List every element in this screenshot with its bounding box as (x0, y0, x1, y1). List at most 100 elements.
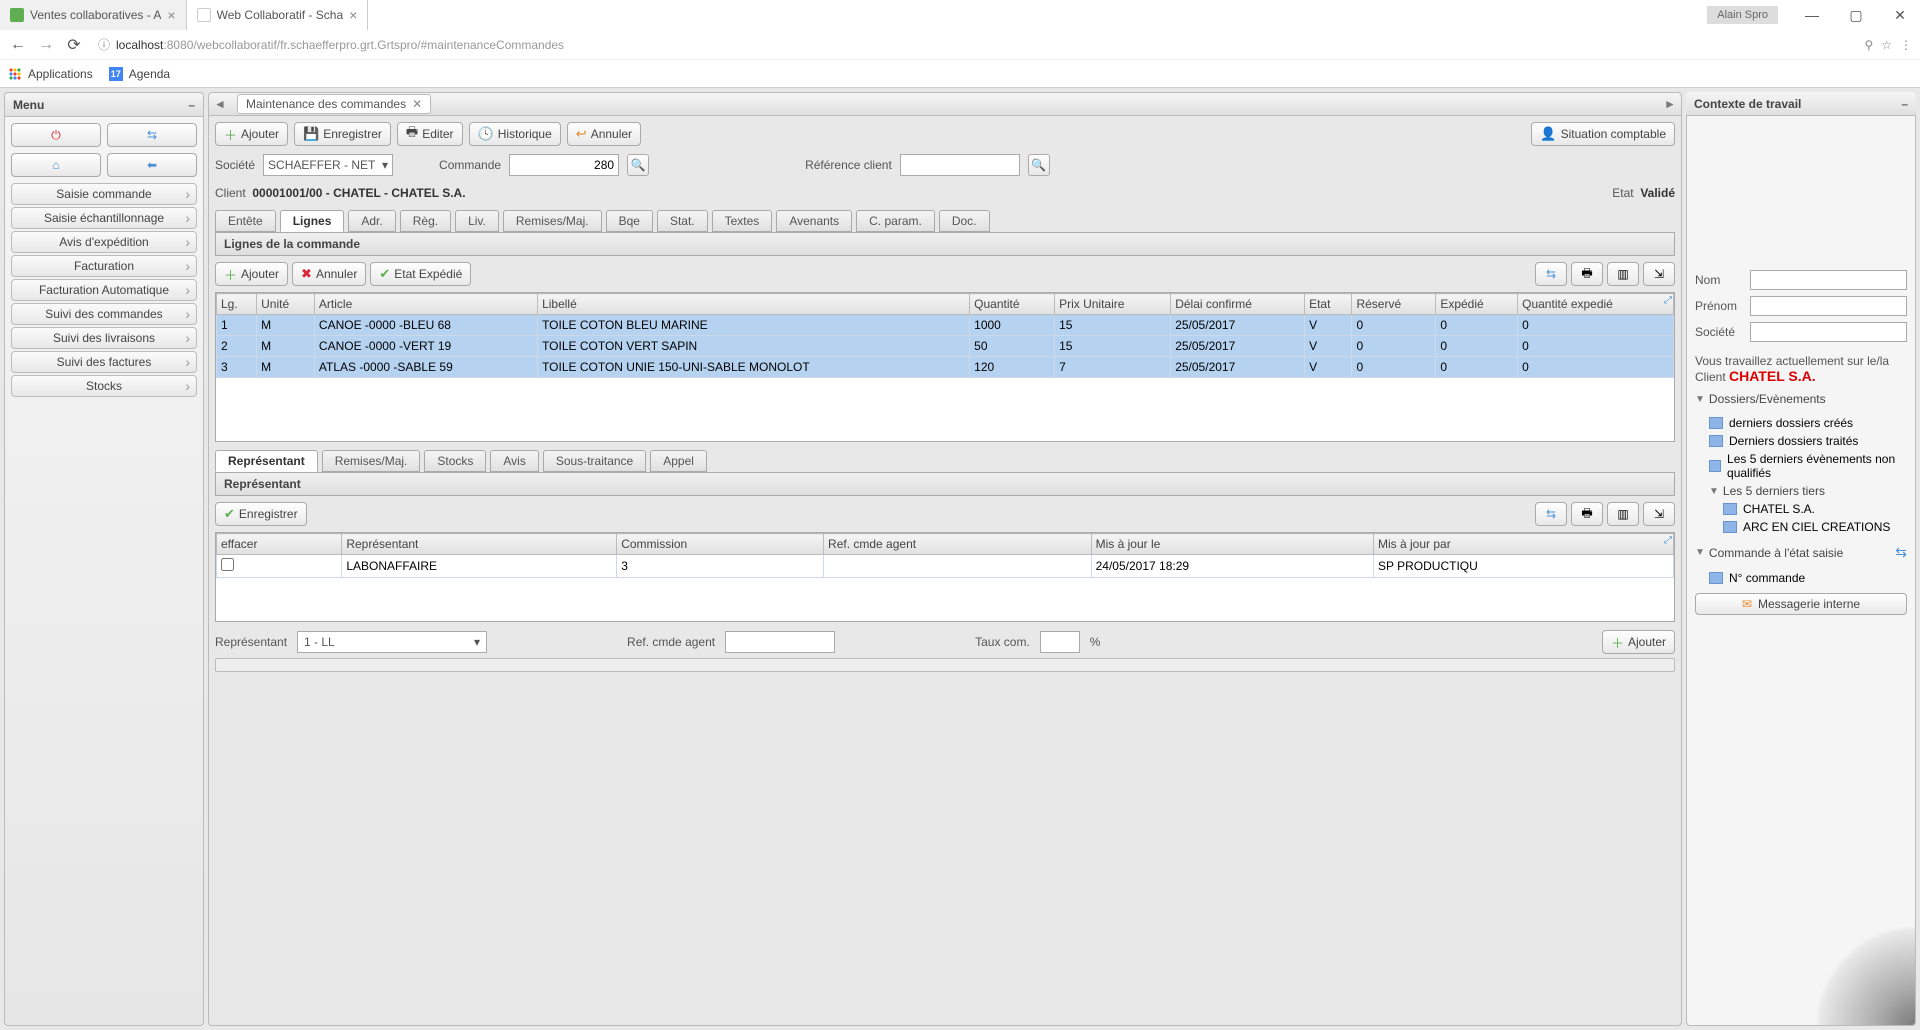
column-header[interactable]: Article (314, 294, 537, 315)
close-icon[interactable]: ✕ (1880, 1, 1920, 29)
column-header[interactable]: Réservé (1352, 294, 1436, 315)
close-icon[interactable]: × (349, 7, 357, 23)
column-header[interactable]: Ref. cmde agent (824, 534, 1092, 555)
situation-button[interactable]: 👤Situation comptable (1531, 122, 1675, 146)
menu-item[interactable]: Facturation Automatique (11, 279, 197, 301)
detail-tab[interactable]: Remises/Maj. (322, 450, 421, 472)
url-field[interactable]: ⓘ localhost:8080/webcollaboratif/fr.scha… (92, 33, 1856, 57)
column-header[interactable]: Expédié (1436, 294, 1518, 315)
prenom-input[interactable] (1750, 296, 1907, 316)
tree-leaf[interactable]: Derniers dossiers traités (1709, 432, 1907, 450)
rep-ajouter-button[interactable]: ＋Ajouter (1602, 630, 1675, 654)
column-header[interactable]: Commission (617, 534, 824, 555)
expand-icon[interactable]: ⤢ (1664, 535, 1672, 546)
menu-item[interactable]: Suivi des livraisons (11, 327, 197, 349)
close-icon[interactable]: × (167, 7, 175, 23)
menu-item[interactable]: Facturation (11, 255, 197, 277)
menu-item[interactable]: Avis d'expédition (11, 231, 197, 253)
column-header[interactable]: Quantité expedié (1518, 294, 1674, 315)
delete-checkbox[interactable] (221, 558, 234, 571)
workspace-tab[interactable]: Maintenance des commandes ✕ (237, 94, 431, 114)
column-header[interactable]: Etat (1305, 294, 1352, 315)
scroll-left-icon[interactable]: ◄ (209, 97, 231, 111)
back-icon[interactable]: ← (8, 35, 28, 55)
table-row[interactable]: LABONAFFAIRE324/05/2017 18:29SP PRODUCTI… (217, 555, 1674, 578)
search-commande-button[interactable]: 🔍 (627, 154, 649, 176)
search-ref-button[interactable]: 🔍 (1028, 154, 1050, 176)
ref-client-input[interactable] (900, 154, 1020, 176)
user-badge[interactable]: Alain Spro (1707, 6, 1778, 24)
tree-commande[interactable]: ▼ Commande à l'état saisie ⇆ (1695, 542, 1907, 563)
annuler-button[interactable]: ↩Annuler (567, 122, 641, 146)
export-button[interactable]: ⇲ (1643, 502, 1675, 526)
tree-dossiers[interactable]: ▼Dossiers/Evènements (1695, 390, 1907, 408)
tree-leaf[interactable]: Les 5 derniers évènements non qualifiés (1709, 450, 1907, 482)
close-icon[interactable]: ✕ (412, 97, 422, 111)
historique-button[interactable]: 🕓Historique (469, 122, 561, 146)
table-row[interactable]: 2MCANOE -0000 -VERT 19TOILE COTON VERT S… (217, 336, 1674, 357)
tree-leaf[interactable]: CHATEL S.A. (1723, 500, 1907, 518)
menu-icon[interactable]: ⋮ (1900, 38, 1912, 52)
menu-item[interactable]: Stocks (11, 375, 197, 397)
browser-tab[interactable]: Ventes collaboratives - A × (0, 0, 187, 30)
menu-item[interactable]: Suivi des commandes (11, 303, 197, 325)
detail-tab[interactable]: Représentant (215, 450, 318, 472)
order-tab[interactable]: Stat. (657, 210, 708, 232)
nom-input[interactable] (1750, 270, 1907, 290)
refresh-icon[interactable]: ⇆ (1895, 544, 1907, 561)
detail-tab[interactable]: Stocks (424, 450, 486, 472)
browser-tab[interactable]: Web Collaboratif - Scha × (187, 0, 369, 30)
reload-icon[interactable]: ⟳ (64, 35, 84, 55)
rep-select[interactable]: 1 - LL (297, 631, 487, 653)
tree-leaf[interactable]: derniers dossiers créés (1709, 414, 1907, 432)
refresh-button[interactable]: ⇆ (107, 123, 197, 147)
column-header[interactable]: Unité (257, 294, 315, 315)
star-icon[interactable]: ☆ (1881, 38, 1892, 52)
table-row[interactable]: 1MCANOE -0000 -BLEU 68TOILE COTON BLEU M… (217, 315, 1674, 336)
ref-input[interactable] (725, 631, 835, 653)
column-header[interactable]: Mis à jour par (1374, 534, 1674, 555)
rep-grid[interactable]: ⤢ effacerReprésentantCommissionRef. cmde… (215, 532, 1675, 622)
line-ajouter-button[interactable]: ＋Ajouter (215, 262, 288, 286)
print-grid-button[interactable]: 🖶 (1571, 262, 1603, 286)
columns-button[interactable]: ▥ (1607, 262, 1639, 286)
order-tab[interactable]: Entête (215, 210, 276, 232)
collapse-icon[interactable]: – (1901, 97, 1908, 111)
column-header[interactable]: Libellé (538, 294, 970, 315)
tree-leaf[interactable]: N° commande (1709, 569, 1907, 587)
forward-icon[interactable]: → (36, 35, 56, 55)
order-tab[interactable]: Adr. (348, 210, 395, 232)
columns-button[interactable]: ▥ (1607, 502, 1639, 526)
home-button[interactable]: ⌂ (11, 153, 101, 177)
order-tab[interactable]: Remises/Maj. (503, 210, 602, 232)
info-icon[interactable]: ⓘ (98, 36, 110, 53)
horizontal-scrollbar[interactable] (215, 658, 1675, 672)
column-header[interactable]: Quantité (970, 294, 1055, 315)
agenda-bookmark[interactable]: 17 Agenda (109, 67, 170, 81)
commande-input[interactable] (509, 154, 619, 176)
order-tab[interactable]: Règ. (400, 210, 451, 232)
menu-item[interactable]: Suivi des factures (11, 351, 197, 373)
power-button[interactable]: ⏻ (11, 123, 101, 147)
bookmark-pin-icon[interactable]: ⚲ (1864, 38, 1873, 52)
column-header[interactable]: Mis à jour le (1091, 534, 1373, 555)
print-grid-button[interactable]: 🖶 (1571, 502, 1603, 526)
collapse-icon[interactable]: – (188, 98, 195, 112)
column-header[interactable]: effacer (217, 534, 342, 555)
order-tab[interactable]: Liv. (455, 210, 499, 232)
minimize-icon[interactable]: — (1792, 1, 1832, 29)
detail-tab[interactable]: Avis (490, 450, 538, 472)
tree-leaf[interactable]: ARC EN CIEL CREATIONS (1723, 518, 1907, 536)
maximize-icon[interactable]: ▢ (1836, 1, 1876, 29)
tree-tiers[interactable]: ▼Les 5 derniers tiers (1709, 482, 1907, 500)
column-header[interactable]: Prix Unitaire (1055, 294, 1171, 315)
editer-button[interactable]: 🖶Editer (397, 122, 463, 146)
rep-enregistrer-button[interactable]: ✔Enregistrer (215, 502, 307, 526)
order-tab[interactable]: Avenants (776, 210, 852, 232)
expand-icon[interactable]: ⤢ (1664, 295, 1672, 306)
order-tab[interactable]: C. param. (856, 210, 935, 232)
menu-item[interactable]: Saisie commande (11, 183, 197, 205)
export-button[interactable]: ⇲ (1643, 262, 1675, 286)
column-header[interactable]: Représentant (342, 534, 617, 555)
column-header[interactable]: Délai confirmé (1171, 294, 1305, 315)
